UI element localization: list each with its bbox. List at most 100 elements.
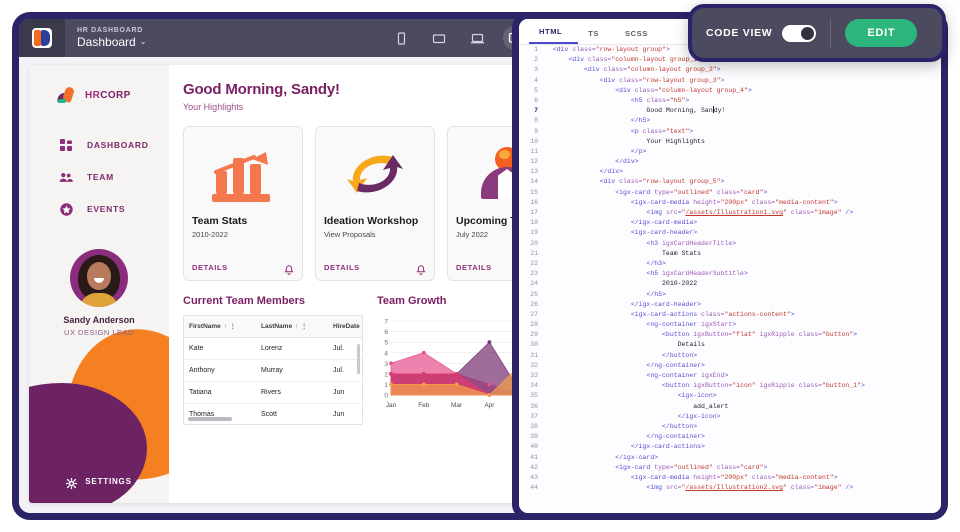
edit-button[interactable]: EDIT [845,19,918,47]
line-code: </ng-container> [646,361,705,369]
line-code: <igx-card-media height="200px" class="me… [630,198,838,206]
code-line: 28 <ng-container igxStart> [519,320,941,330]
card-media [324,135,426,213]
grid-vertical-scrollbar[interactable] [357,344,360,374]
bell-icon[interactable] [416,262,426,275]
svg-text:4: 4 [384,350,388,357]
cell-hiredate: Jun [333,411,345,418]
tab-ts[interactable]: TS [578,29,615,44]
line-number: 2 [534,56,538,64]
line-number: 44 [530,484,538,492]
line-code: 2010-2022 [662,280,698,288]
line-code: </h5> [646,290,666,298]
brand-hr: HR [85,89,101,101]
code-view-toggle[interactable] [782,24,817,42]
code-line: 8 </h5> [519,116,941,126]
screenshot-root: HR DASHBOARD Dashboard ⌄ HRCORP DASHBOAR… [0,0,960,532]
code-line: 33 <ng-container igxEnd> [519,371,941,381]
line-number: 32 [530,361,538,369]
line-number: 21 [530,249,538,257]
table-row[interactable]: Thomas Scott Jun [184,404,362,424]
details-button[interactable]: DETAILS [456,263,492,272]
sort-ascending-icon[interactable]: ↑ [224,324,227,330]
line-number: 25 [530,290,538,298]
sidebar-item-events[interactable]: EVENTS [29,193,169,225]
column-menu-icon[interactable]: ⋮ [230,323,236,330]
cell-firstname: Kate [189,345,204,352]
card-actions: DETAILS [324,262,426,275]
tablet-view-icon[interactable] [427,26,451,50]
line-code: add_alert [693,402,729,410]
star-badge-icon [59,202,73,216]
settings-label: SETTINGS [85,477,132,486]
sort-ascending-icon[interactable]: ↑ [295,324,298,330]
code-line: 21 Team Stats [519,249,941,259]
team-members-grid[interactable]: FirstName ↑ ⋮ LastName ↑ ⋮ HireDate Kate… [183,315,363,425]
column-menu-icon[interactable]: ⋮ [301,323,307,330]
line-code: <div class="column-layout group_4"> [615,86,752,94]
table-row[interactable]: Tatiana Rivers Jun [184,382,362,404]
line-code: </div> [599,168,624,176]
code-line: 38 </button> [519,422,941,432]
team-members-panel: Current Team Members FirstName ↑ ⋮ LastN… [183,295,363,425]
app-title-dropdown[interactable]: Dashboard ⌄ [77,36,146,49]
code-line: 4 <div class="row-layout group_3"> [519,76,941,86]
details-button[interactable]: DETAILS [324,263,360,272]
svg-text:1: 1 [384,382,388,389]
cell-lastname: Lorenz [261,345,283,352]
line-number: 9 [534,127,538,135]
line-number: 39 [530,433,538,441]
line-code: Good Morning, Sandy! [646,106,726,115]
code-view-toolbar: CODE VIEW EDIT [688,4,946,62]
tab-html[interactable]: HTML [529,27,579,44]
code-line: 15 <igx-card type="outlined" class="card… [519,188,941,198]
cell-firstname: Anthony [189,367,215,374]
code-line: 7 Good Morning, Sandy! [519,106,941,116]
grid-column-header-firstname[interactable]: FirstName ↑ ⋮ [184,316,256,337]
code-line: 24 2010-2022 [519,279,941,289]
card-actions: DETAILS [192,262,294,275]
code-line: 14 <div class="row-layout group_5"> [519,177,941,187]
line-number: 42 [530,463,538,471]
svg-text:Apr: Apr [484,402,495,409]
line-code: <igx-card-media height="200px" class="me… [630,473,838,481]
laptop-view-icon[interactable] [465,26,489,50]
line-code: Your Highlights [646,137,705,145]
line-code: </igx-card-header> [630,300,702,308]
line-number: 38 [530,422,538,430]
card-ideation-workshop[interactable]: Ideation Workshop View Proposals DETAILS [315,126,435,281]
code-line: 34 <button igxButton="icon" igxRipple cl… [519,381,941,391]
sidebar-item-dashboard[interactable]: DASHBOARD [29,129,169,161]
line-code: <div class="row-layout group_3"> [599,76,725,84]
svg-text:5: 5 [384,340,388,347]
grid-column-label: LastName [261,323,293,330]
grid-column-header-hiredate[interactable]: HireDate [328,316,362,337]
code-line: 35 <igx-icon> [519,391,941,401]
tab-scss[interactable]: SCSS [615,29,664,44]
code-line: 41 </igx-card> [519,453,941,463]
grid-horizontal-scrollbar[interactable] [188,417,232,421]
code-line: 29 <button igxButton="flat" igxRipple cl… [519,330,941,340]
sidebar-settings-button[interactable]: SETTINGS [29,476,169,490]
line-code: <ng-container igxStart> [646,321,737,329]
line-code: <h3 igxCardHeaderTitle> [646,239,737,247]
code-line: 32 </ng-container> [519,361,941,371]
card-media [192,135,294,213]
sidebar-item-team[interactable]: TEAM [29,161,169,193]
line-code: <img src="/assets/Illustration1.svg" cla… [646,209,854,216]
line-code: </button> [662,351,698,359]
line-number: 12 [530,158,538,166]
line-code: <div class="row-layout group_5"> [599,178,725,186]
code-editor[interactable]: 1 <div class="row-layout group"> 2 <div c… [519,45,941,513]
bell-icon[interactable] [284,262,294,275]
details-button[interactable]: DETAILS [192,263,228,272]
table-row[interactable]: Kate Lorenz Jul. [184,338,362,360]
line-number: 5 [534,86,538,94]
grid-column-header-lastname[interactable]: LastName ↑ ⋮ [256,316,328,337]
card-team-stats[interactable]: Team Stats 2010-2022 DETAILS [183,126,303,281]
line-number: 24 [530,280,538,288]
line-code: <igx-card type="outlined" class="card"> [615,463,768,471]
table-row[interactable]: Anthony Murray Jul. [184,360,362,382]
code-line: 16 <igx-card-media height="200px" class=… [519,198,941,208]
phone-view-icon[interactable] [389,26,413,50]
